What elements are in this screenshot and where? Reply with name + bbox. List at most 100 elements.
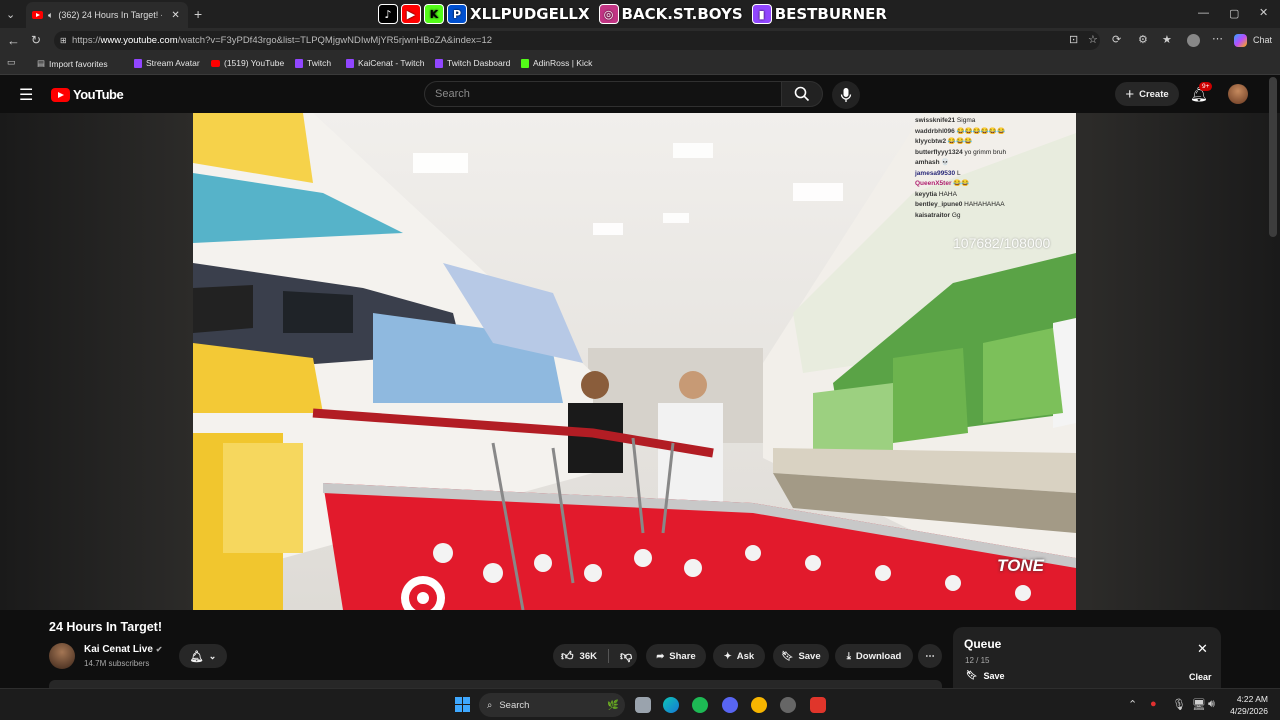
- thumbs-up-icon: 👍︎: [561, 648, 574, 663]
- verified-icon: ✔: [155, 645, 163, 654]
- profile-avatar-icon[interactable]: [1187, 34, 1200, 47]
- subscriber-count: 14.7M subscribers: [84, 659, 150, 668]
- favorites-icon[interactable]: ★: [1162, 33, 1172, 46]
- kick-favicon-icon: [521, 58, 529, 68]
- address-bar[interactable]: https://www.youtube.com/watch?v=F3yPDf43…: [54, 31, 1100, 50]
- browser-tab-active[interactable]: 🔈︎ (362) 24 Hours In Target! - Yo ✕: [26, 2, 188, 28]
- url-host: www.youtube.com: [100, 35, 178, 46]
- twitch-favicon-icon: [295, 58, 303, 68]
- voice-search-button[interactable]: [832, 81, 860, 109]
- chat-line: bentley_ipune0 HAHAHAHAA: [915, 201, 1005, 208]
- spotify-icon[interactable]: [692, 697, 708, 713]
- chevron-down-icon: ⌄: [208, 650, 217, 661]
- task-view-icon[interactable]: [635, 697, 651, 713]
- split-screen-icon[interactable]: ⊡: [1069, 33, 1078, 46]
- clock-date: 4/29/2026: [1230, 706, 1268, 716]
- volume-icon[interactable]: 🔊︎: [1208, 698, 1215, 711]
- network-icon[interactable]: 🖥︎: [1192, 698, 1206, 711]
- youtube-header: ☰ YouTube Search + Create 🔔︎ 9+: [0, 75, 1280, 113]
- site-info-icon[interactable]: ⊞: [60, 36, 67, 45]
- taskbar-search[interactable]: ⌕ Search 🌿: [479, 693, 625, 717]
- queue-save-button[interactable]: 🔖︎ Save: [966, 670, 1004, 681]
- download-button[interactable]: ⤓ Download: [835, 644, 913, 668]
- channel-avatar[interactable]: [49, 643, 75, 669]
- chat-line: waddrbhl096 😂😂😂😂😂😂: [915, 127, 1006, 135]
- app-red-icon[interactable]: [810, 697, 826, 713]
- microphone-tray-icon[interactable]: 🎙︎: [1172, 698, 1186, 711]
- notification-badge: 9+: [1199, 82, 1213, 91]
- hamburger-menu-icon[interactable]: ☰: [19, 85, 33, 105]
- more-menu-icon[interactable]: ⋯: [1212, 32, 1223, 45]
- copilot-icon[interactable]: [1234, 34, 1247, 47]
- back-icon[interactable]: ←: [7, 33, 20, 48]
- minimize-icon[interactable]: —: [1198, 7, 1209, 19]
- instagram-icon: ◎: [598, 4, 619, 24]
- obs-icon[interactable]: [780, 697, 796, 713]
- tab-list-chevron-icon[interactable]: ⌄: [6, 8, 15, 21]
- ask-button[interactable]: ✦ Ask: [713, 644, 765, 668]
- search-button[interactable]: [781, 81, 823, 107]
- chat-line: butterflyyy1324 yo grimm bruh: [915, 148, 1007, 156]
- clock-time: 4:22 AM: [1236, 694, 1268, 704]
- subathon-counter: 107682/108000: [953, 235, 1051, 251]
- youtube-play-logo-icon: [51, 87, 70, 102]
- url-prefix: https://: [72, 35, 101, 46]
- clock[interactable]: 4:22 AM 4/29/2026: [1228, 693, 1268, 717]
- bookmark-icon: 🔖︎: [966, 670, 978, 680]
- twitch-favicon-icon: [134, 58, 142, 68]
- notifications-button[interactable]: 🔔︎ 9+: [1190, 82, 1213, 104]
- chat-line: jamesa99530 L: [915, 169, 961, 177]
- chat-line: QueenX5ter 😂😂: [915, 180, 970, 187]
- bookmark-stream-avatar[interactable]: Stream Avatar: [134, 58, 200, 68]
- extensions-icon[interactable]: ⟳: [1112, 33, 1121, 46]
- speaker-icon[interactable]: 🔈︎: [48, 10, 53, 21]
- bookmark-youtube[interactable]: (1519) YouTube: [211, 58, 284, 68]
- share-button[interactable]: ➦ Share: [646, 644, 706, 668]
- new-tab-icon[interactable]: +: [194, 6, 202, 22]
- more-actions-button[interactable]: ⋯: [918, 644, 942, 668]
- chat-line: klyycbtw2 😂😂😂: [915, 138, 973, 145]
- create-button[interactable]: + Create: [1115, 82, 1179, 106]
- discord-icon[interactable]: [722, 697, 738, 713]
- stream-social-overlay: ♪ ▶ K P XLLPUDGELLX ◎ BACK.ST.BOYS ▮ BES…: [378, 3, 887, 25]
- url-path: /watch?v=F3yPDf43rgo&list=TLPQMjgwNDIwMj…: [177, 35, 493, 46]
- favorite-star-icon[interactable]: ☆: [1088, 33, 1098, 46]
- bookmark-adinross-kick[interactable]: AdinRoss | Kick: [521, 58, 592, 68]
- bookmark-twitch[interactable]: Twitch: [295, 58, 331, 68]
- tab-close-icon[interactable]: ✕: [171, 10, 179, 21]
- bookmark-import-favorites[interactable]: ▤ Import favorites: [37, 58, 108, 69]
- page-scrollbar[interactable]: [1269, 77, 1277, 237]
- app-icon[interactable]: [751, 697, 767, 713]
- subscription-notification-button[interactable]: 🔔︎ ⌄: [179, 644, 227, 668]
- refresh-icon[interactable]: ↻: [31, 33, 41, 47]
- browser-essentials-icon[interactable]: ⚙: [1138, 33, 1148, 46]
- chat-line: amhash 💀: [915, 159, 950, 166]
- video-player[interactable]: swissknife21 Sigma waddrbhl096 😂😂😂😂😂😂 kl…: [193, 113, 1076, 610]
- channel-name[interactable]: Kai Cenat Live ✔: [84, 644, 162, 655]
- queue-close-icon[interactable]: ✕: [1197, 641, 1208, 657]
- like-button[interactable]: 👍︎ 36K: [561, 649, 597, 664]
- edge-icon[interactable]: [663, 697, 679, 713]
- window-close-icon[interactable]: ✕: [1259, 6, 1268, 19]
- bookmark-twitch-dashboard[interactable]: Twitch Dasboard: [435, 58, 510, 68]
- share-arrow-icon: ➦: [656, 650, 665, 662]
- bookmark-kaicenat-twitch[interactable]: KaiCenat - Twitch: [346, 58, 424, 68]
- maximize-icon[interactable]: ▢: [1229, 7, 1239, 20]
- youtube-logo[interactable]: YouTube: [51, 87, 124, 102]
- youtube-logo-text: YouTube: [73, 87, 124, 102]
- bookmarks-bar: ▭ ▤ Import favorites Stream Avatar (1519)…: [0, 53, 1280, 75]
- dislike-button[interactable]: 👎︎: [620, 649, 632, 664]
- chat-line: swissknife21 Sigma: [915, 117, 976, 124]
- twitch-favicon-icon: [435, 58, 443, 68]
- reading-list-icon[interactable]: ▭: [7, 57, 16, 68]
- account-avatar[interactable]: [1228, 84, 1248, 104]
- tray-app-icon[interactable]: ●: [1150, 698, 1157, 710]
- start-icon[interactable]: [455, 697, 470, 712]
- description-box[interactable]: [49, 680, 942, 688]
- queue-clear-button[interactable]: Clear: [1189, 672, 1212, 682]
- save-button[interactable]: 🔖︎ Save: [773, 644, 829, 668]
- tray-chevron-icon[interactable]: ⌃: [1128, 698, 1137, 711]
- search-input[interactable]: Search: [424, 81, 782, 107]
- tab-title: (362) 24 Hours In Target! - Yo: [58, 10, 162, 20]
- chat-button[interactable]: Chat: [1253, 35, 1272, 45]
